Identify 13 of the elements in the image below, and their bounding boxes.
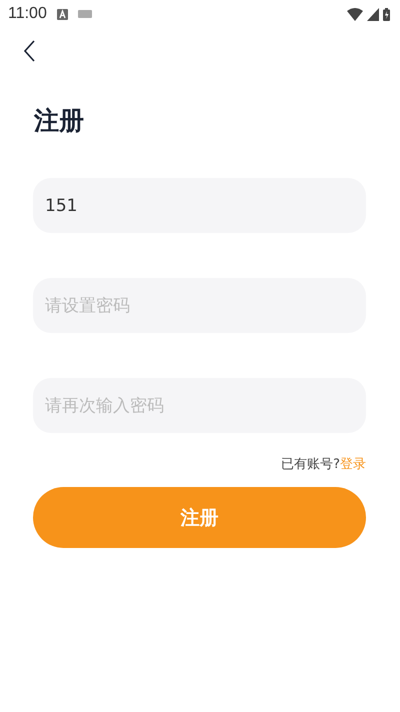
login-prompt: 已有账号? — [281, 456, 340, 473]
wifi-icon — [347, 8, 363, 20]
status-time: 11:00 — [8, 5, 47, 23]
phone-field[interactable]: 151 — [33, 178, 366, 233]
page-title: 注册 — [34, 105, 85, 137]
password-field[interactable]: 请再次输入密码 — [33, 378, 366, 433]
signal-icon — [367, 8, 379, 20]
keyboard-icon — [78, 10, 92, 18]
login-link[interactable]: 登录 — [340, 455, 366, 473]
password-field[interactable]: 请设置密码 — [33, 278, 366, 333]
battery-icon — [383, 8, 390, 20]
register-button[interactable]: 注册 — [33, 487, 366, 548]
notification-icon — [56, 8, 68, 20]
